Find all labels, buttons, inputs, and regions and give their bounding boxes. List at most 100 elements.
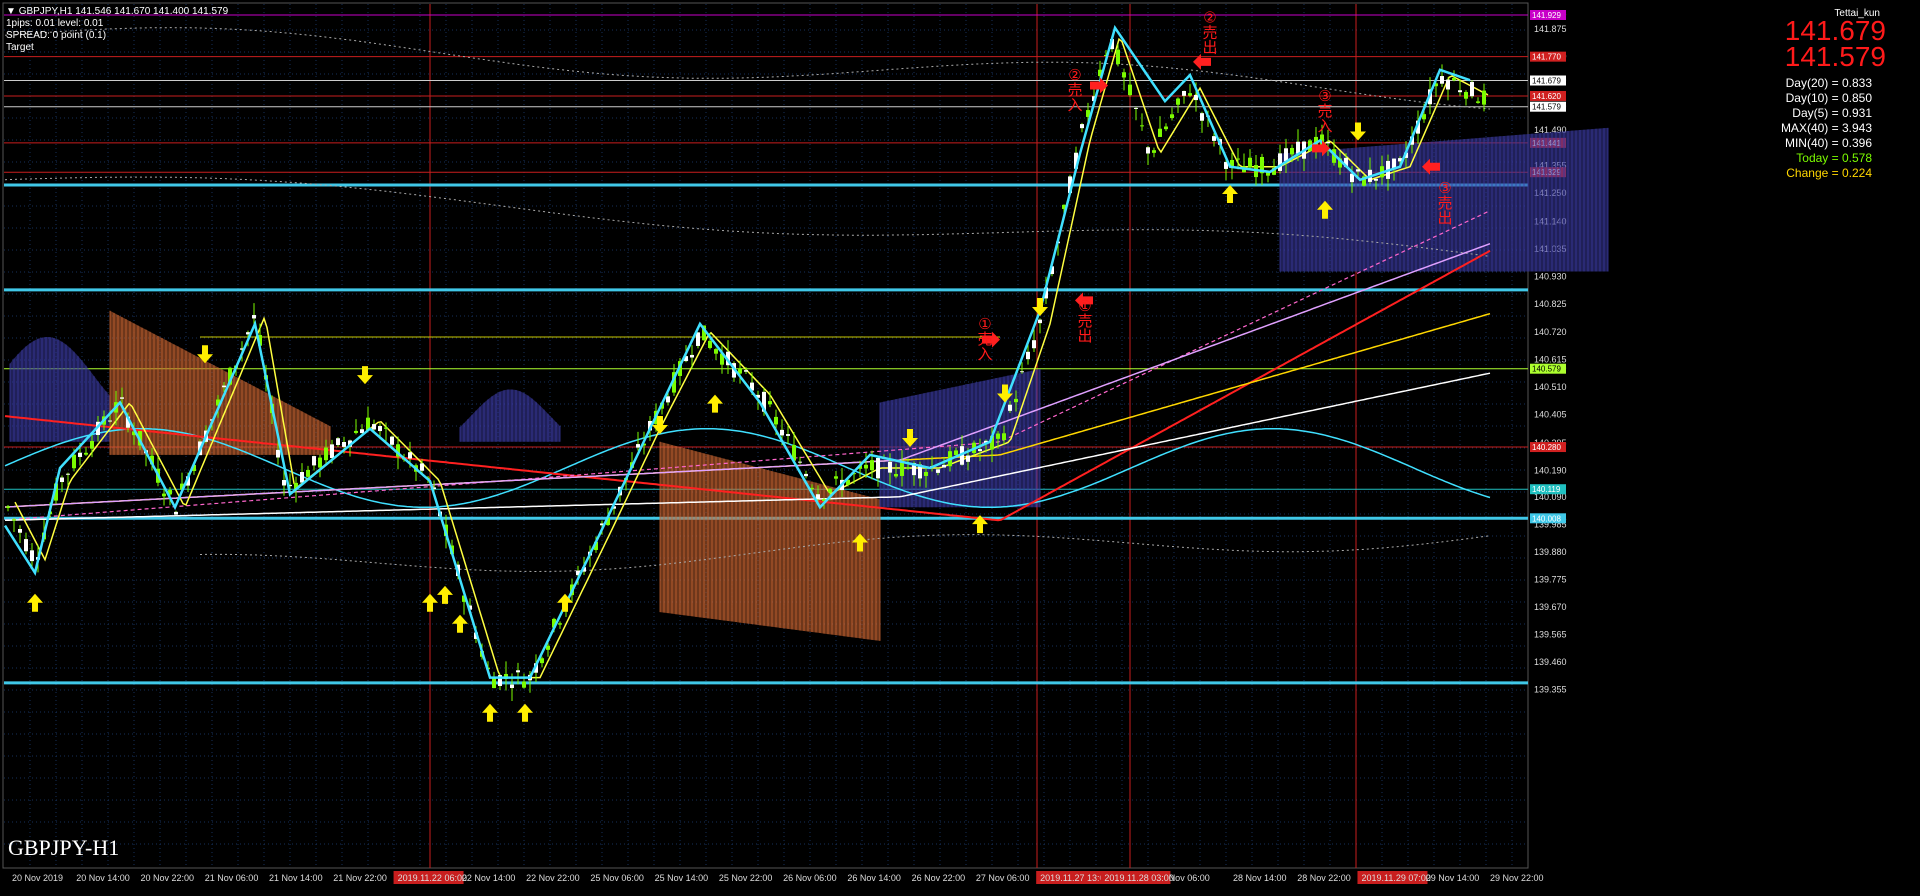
candle-body bbox=[1164, 126, 1168, 130]
candle-body bbox=[1014, 398, 1018, 403]
candle-body bbox=[1026, 351, 1030, 360]
candle-body bbox=[744, 370, 748, 372]
candle-body bbox=[696, 332, 700, 346]
candle-body bbox=[1128, 84, 1132, 96]
candle-body bbox=[768, 401, 772, 405]
signal-arrow-icon bbox=[1090, 77, 1108, 94]
candle-body bbox=[1452, 77, 1456, 81]
candle-body bbox=[1470, 81, 1474, 97]
candle-body bbox=[378, 426, 382, 432]
price-tick-label: 140.510 bbox=[1534, 382, 1567, 392]
candle-body bbox=[1440, 76, 1444, 84]
price-tick-label: 140.190 bbox=[1534, 466, 1567, 476]
candle-body bbox=[1146, 147, 1150, 154]
candle-body bbox=[516, 670, 520, 673]
candle-body bbox=[936, 469, 940, 473]
chart-watermark: GBPJPY-H1 bbox=[8, 835, 120, 860]
candle-body bbox=[1284, 148, 1288, 162]
candle-body bbox=[1296, 141, 1300, 154]
candle-body bbox=[1188, 93, 1192, 96]
candle-body bbox=[834, 476, 838, 479]
candle-body bbox=[870, 460, 874, 471]
candle-body bbox=[174, 511, 178, 515]
candle-body bbox=[864, 464, 868, 469]
stat-line: MIN(40) = 0.396 bbox=[1784, 136, 1872, 150]
symbol-title: GBPJPY,H1 bbox=[18, 6, 73, 17]
signal-char: 入 bbox=[977, 346, 992, 363]
time-tick-label: 26 Nov 22:00 bbox=[912, 873, 966, 883]
ohlc-values: 141.546 141.670 141.400 141.579 bbox=[75, 6, 229, 17]
time-tick-label: 22 Nov 22:00 bbox=[526, 873, 580, 883]
candle-body bbox=[300, 472, 304, 483]
price-tag-label: 140.280 bbox=[1532, 443, 1561, 452]
candle-body bbox=[1038, 319, 1042, 324]
candle-body bbox=[1134, 107, 1138, 109]
signal-label: ①売入 bbox=[977, 316, 992, 363]
candle-body bbox=[558, 623, 562, 625]
time-tick-label: 28 Nov 22:00 bbox=[1297, 873, 1351, 883]
time-tick-label: 20 Nov 22:00 bbox=[141, 873, 195, 883]
price-tick-label: 139.670 bbox=[1534, 602, 1567, 612]
spread-line: SPREAD: 0 point (0.1) bbox=[6, 30, 107, 41]
candle-body bbox=[774, 416, 778, 425]
candle-body bbox=[318, 457, 322, 468]
candle-body bbox=[78, 452, 82, 457]
time-tick-label: 22 Nov 14:00 bbox=[462, 873, 516, 883]
price-tag-label: 140.579 bbox=[1532, 365, 1561, 374]
candle-body bbox=[786, 434, 790, 436]
signal-label: ③売出 bbox=[1437, 180, 1452, 227]
down-arrow-icon bbox=[1350, 122, 1366, 141]
candle-body bbox=[966, 455, 970, 462]
price-tag-label: 141.929 bbox=[1532, 11, 1561, 20]
candle-body bbox=[18, 529, 22, 533]
price-tick-label: 139.775 bbox=[1534, 574, 1567, 584]
candle-body bbox=[978, 449, 982, 452]
chart-window[interactable]: 141.929141.875141.770141.679141.579141.4… bbox=[0, 0, 1920, 891]
time-tick-label: 29 Nov 22:00 bbox=[1490, 873, 1544, 883]
candle-body bbox=[1476, 101, 1480, 103]
candle-body bbox=[324, 447, 328, 461]
time-tick-label: 21 Nov 22:00 bbox=[333, 873, 387, 883]
time-tick-label: 25 Nov 22:00 bbox=[719, 873, 773, 883]
candle-body bbox=[66, 473, 70, 475]
candle-body bbox=[510, 684, 514, 689]
time-tick-label: 25 Nov 14:00 bbox=[655, 873, 709, 883]
price-tick-label: 140.930 bbox=[1534, 272, 1567, 282]
time-tick-label: 20 Nov 14:00 bbox=[76, 873, 130, 883]
candle-body bbox=[342, 441, 346, 447]
price-tag-label: 141.620 bbox=[1532, 92, 1561, 101]
candle-body bbox=[1278, 153, 1282, 171]
candle-body bbox=[1446, 79, 1450, 90]
candle-body bbox=[666, 396, 670, 403]
stat-line: Day(20) = 0.833 bbox=[1785, 76, 1872, 90]
price-tick-label: 139.880 bbox=[1534, 547, 1567, 557]
candle-body bbox=[924, 471, 928, 476]
menu-triangle-icon[interactable]: ▼ bbox=[6, 6, 19, 17]
candle-body bbox=[390, 436, 394, 445]
candle-body bbox=[108, 420, 112, 422]
candle-body bbox=[714, 349, 718, 354]
bid-price: 141.579 bbox=[1784, 41, 1886, 72]
symbol-ohlc: ▼ GBPJPY,H1 141.546 141.670 141.400 141.… bbox=[6, 6, 228, 18]
candle-body bbox=[942, 464, 946, 468]
signal-char: 出 bbox=[1202, 40, 1217, 57]
price-tick-label: 140.405 bbox=[1534, 409, 1567, 419]
up-arrow-icon bbox=[707, 394, 723, 413]
info-panel: ▼ GBPJPY,H1 141.546 141.670 141.400 141.… bbox=[6, 6, 228, 54]
candle-body bbox=[876, 457, 880, 479]
time-tick-label: 20 Nov 2019 bbox=[12, 873, 63, 883]
price-chart[interactable]: 141.929141.875141.770141.679141.579141.4… bbox=[0, 0, 1920, 891]
candle-body bbox=[1212, 136, 1216, 141]
up-arrow-icon bbox=[422, 593, 438, 612]
candle-body bbox=[1020, 371, 1024, 373]
candle-body bbox=[1002, 433, 1006, 440]
candle-body bbox=[372, 424, 376, 430]
candle-body bbox=[336, 438, 340, 446]
candle-body bbox=[384, 427, 388, 429]
price-tick-label: 139.565 bbox=[1534, 629, 1567, 639]
candle-body bbox=[492, 677, 496, 689]
up-arrow-icon bbox=[517, 703, 533, 722]
time-tick-label: 2019.11.29 07:00 bbox=[1361, 873, 1430, 883]
candle-body bbox=[60, 477, 64, 483]
stat-line: Change = 0.224 bbox=[1786, 166, 1872, 180]
